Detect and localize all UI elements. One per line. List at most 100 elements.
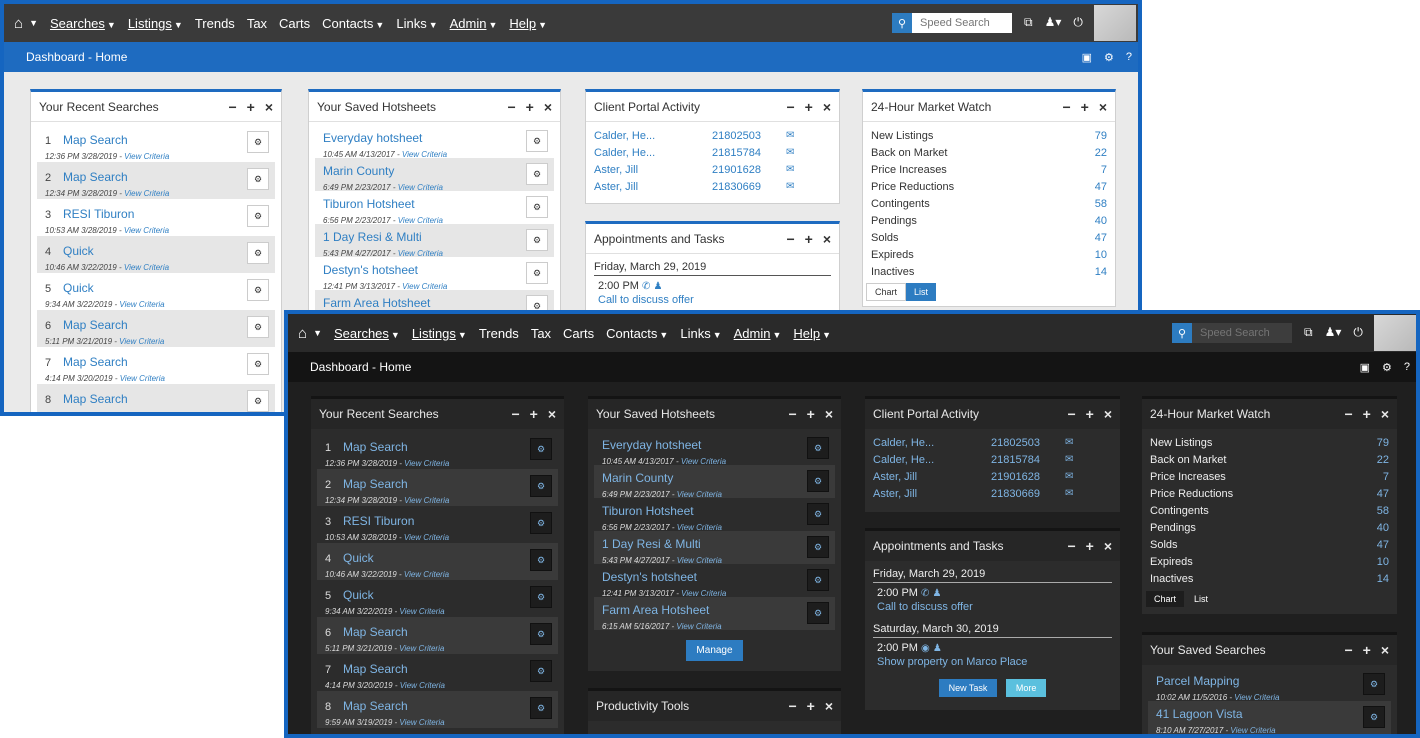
- nav-searches[interactable]: Searches ▼: [50, 16, 116, 31]
- hotsheet-link[interactable]: 1 Day Resi & Multi: [602, 537, 701, 551]
- gear-button[interactable]: ⚙: [807, 569, 829, 591]
- search-link[interactable]: Map Search: [343, 699, 408, 713]
- move-icon[interactable]: +: [805, 231, 813, 247]
- market-count-link[interactable]: 58: [1377, 505, 1389, 517]
- saved-search-link[interactable]: Parcel Mapping: [1156, 674, 1239, 688]
- gear-button[interactable]: ⚙: [807, 602, 829, 624]
- listing-id-link[interactable]: 21901628: [712, 164, 786, 176]
- mail-icon[interactable]: ✉: [1065, 454, 1073, 465]
- listing-id-link[interactable]: 21901628: [991, 471, 1065, 483]
- appointment-link[interactable]: Call to discuss offer: [598, 294, 694, 306]
- gear-button[interactable]: ⚙: [807, 470, 829, 492]
- move-icon[interactable]: +: [1363, 642, 1371, 658]
- nav-admin[interactable]: Admin ▼: [734, 326, 782, 341]
- minimize-icon[interactable]: −: [507, 99, 515, 115]
- mail-icon[interactable]: ✉: [786, 130, 794, 141]
- avatar[interactable]: [1094, 5, 1136, 41]
- help-icon[interactable]: ?: [1404, 361, 1410, 374]
- nav-help[interactable]: Help ▼: [509, 16, 547, 31]
- market-count-link[interactable]: 22: [1377, 454, 1389, 466]
- search-link[interactable]: Map Search: [343, 477, 408, 491]
- market-count-link[interactable]: 22: [1095, 147, 1107, 159]
- mail-icon[interactable]: ✉: [1065, 437, 1073, 448]
- gear-button[interactable]: ⚙: [247, 353, 269, 375]
- search-link[interactable]: Quick: [63, 244, 94, 258]
- nav-carts[interactable]: Carts: [563, 326, 594, 341]
- speed-search-input[interactable]: [1192, 323, 1292, 343]
- close-icon[interactable]: ×: [1381, 642, 1389, 658]
- image-icon[interactable]: ▣: [1082, 51, 1092, 64]
- gear-button[interactable]: ⚙: [526, 130, 548, 152]
- move-icon[interactable]: +: [807, 698, 815, 714]
- gear-button[interactable]: ⚙: [247, 205, 269, 227]
- nav-trends[interactable]: Trends: [195, 16, 235, 31]
- list-tab[interactable]: List: [906, 283, 937, 301]
- gear-button[interactable]: ⚙: [247, 279, 269, 301]
- search-link[interactable]: Map Search: [63, 355, 128, 369]
- external-link-icon[interactable]: ⧉: [1024, 15, 1033, 30]
- close-icon[interactable]: ×: [544, 99, 552, 115]
- close-icon[interactable]: ×: [825, 698, 833, 714]
- minimize-icon[interactable]: −: [788, 406, 796, 422]
- power-icon[interactable]: ⏻: [1073, 15, 1083, 30]
- search-link[interactable]: Quick: [63, 281, 94, 295]
- minimize-icon[interactable]: −: [786, 231, 794, 247]
- gear-button[interactable]: ⚙: [1363, 673, 1385, 695]
- external-link-icon[interactable]: ⧉: [1304, 325, 1313, 340]
- nav-contacts[interactable]: Contacts ▼: [606, 326, 668, 341]
- manage-button[interactable]: Manage: [686, 640, 743, 661]
- view-criteria-link[interactable]: View Criteria: [124, 226, 169, 235]
- user-icon[interactable]: ♟▾: [1325, 325, 1342, 340]
- gear-button[interactable]: ⚙: [526, 196, 548, 218]
- gear-button[interactable]: ⚙: [247, 242, 269, 264]
- market-count-link[interactable]: 10: [1377, 556, 1389, 568]
- hotsheet-link[interactable]: Farm Area Hotsheet: [323, 296, 430, 310]
- client-name-link[interactable]: Aster, Jill: [594, 181, 712, 193]
- client-name-link[interactable]: Aster, Jill: [873, 471, 991, 483]
- view-criteria-link[interactable]: View Criteria: [404, 570, 449, 579]
- move-icon[interactable]: +: [805, 99, 813, 115]
- view-criteria-link[interactable]: View Criteria: [119, 337, 164, 346]
- home-dropdown-caret[interactable]: ▼: [29, 18, 38, 28]
- mail-icon[interactable]: ✉: [786, 147, 794, 158]
- minimize-icon[interactable]: −: [1062, 99, 1070, 115]
- nav-tax[interactable]: Tax: [531, 326, 551, 341]
- more-button[interactable]: More: [1005, 679, 1047, 697]
- nav-contacts[interactable]: Contacts ▼: [322, 16, 384, 31]
- view-criteria-link[interactable]: View Criteria: [399, 718, 444, 727]
- gear-icon[interactable]: ⚙: [1382, 361, 1392, 374]
- market-count-link[interactable]: 7: [1383, 471, 1389, 483]
- view-criteria-link[interactable]: View Criteria: [676, 622, 721, 631]
- listing-id-link[interactable]: 21815784: [991, 454, 1065, 466]
- speed-search-input[interactable]: [912, 13, 1012, 33]
- view-criteria-link[interactable]: View Criteria: [404, 496, 449, 505]
- move-icon[interactable]: +: [1086, 538, 1094, 554]
- search-link[interactable]: Map Search: [63, 318, 128, 332]
- appointment-link[interactable]: Show property on Marco Place: [877, 656, 1027, 668]
- gear-button[interactable]: ⚙: [247, 390, 269, 412]
- view-criteria-link[interactable]: View Criteria: [399, 644, 444, 653]
- nav-carts[interactable]: Carts: [279, 16, 310, 31]
- hotsheet-link[interactable]: Marin County: [602, 471, 673, 485]
- market-count-link[interactable]: 10: [1095, 249, 1107, 261]
- hotsheet-link[interactable]: Destyn's hotsheet: [602, 570, 697, 584]
- hotsheet-link[interactable]: 1 Day Resi & Multi: [323, 230, 422, 244]
- view-criteria-link[interactable]: View Criteria: [124, 189, 169, 198]
- market-count-link[interactable]: 79: [1095, 130, 1107, 142]
- listing-id-link[interactable]: 21815784: [712, 147, 786, 159]
- search-link[interactable]: Map Search: [63, 170, 128, 184]
- view-criteria-link[interactable]: View Criteria: [404, 459, 449, 468]
- move-icon[interactable]: +: [1363, 406, 1371, 422]
- view-criteria-link[interactable]: View Criteria: [400, 681, 445, 690]
- nav-listings[interactable]: Listings ▼: [128, 16, 183, 31]
- hotsheet-link[interactable]: Everyday hotsheet: [323, 131, 422, 145]
- nav-tax[interactable]: Tax: [247, 16, 267, 31]
- gear-button[interactable]: ⚙: [807, 503, 829, 525]
- market-count-link[interactable]: 58: [1095, 198, 1107, 210]
- search-icon[interactable]: ⚲: [1172, 323, 1192, 343]
- gear-button[interactable]: ⚙: [530, 512, 552, 534]
- chart-tab[interactable]: Chart: [1145, 590, 1186, 608]
- hotsheet-link[interactable]: Destyn's hotsheet: [323, 263, 418, 277]
- search-link[interactable]: Map Search: [63, 392, 128, 406]
- view-criteria-link[interactable]: View Criteria: [124, 263, 169, 272]
